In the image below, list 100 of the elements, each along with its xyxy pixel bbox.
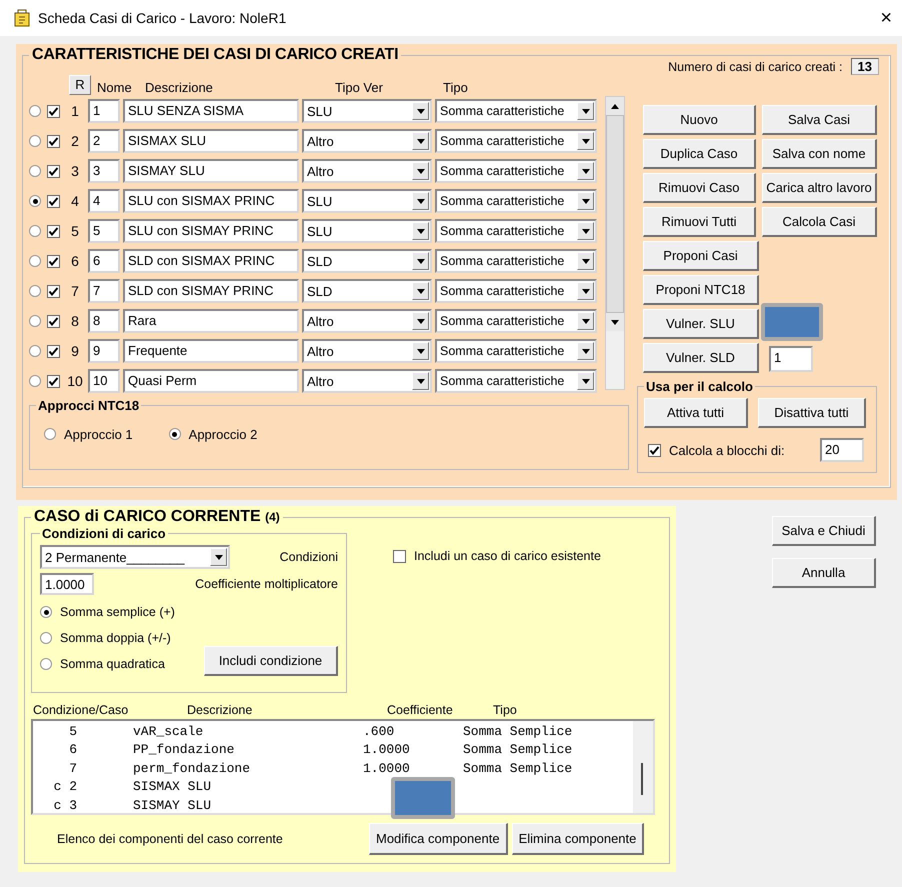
action-button[interactable]: Salva Casi [762,105,877,135]
close-button[interactable]: × [880,8,892,28]
name-field[interactable]: 7 [88,279,120,304]
name-field[interactable]: 1 [88,99,120,124]
action-button[interactable]: Attiva tutti [644,398,748,428]
radio-button[interactable] [29,315,41,328]
action-button[interactable]: Vulner. SLD [643,343,759,373]
radio-button[interactable] [40,658,52,670]
type-dropdown[interactable]: Somma caratteristiche [435,309,597,334]
description-field[interactable]: Frequente [123,339,299,364]
description-field[interactable]: SISMAX SLU [123,129,299,154]
action-button[interactable]: Rimuovi Tutti [643,207,756,237]
description-field[interactable]: SLD con SISMAY PRINC [123,279,299,304]
name-field[interactable]: 10 [88,369,120,394]
radio-button[interactable] [29,375,41,388]
checkbox[interactable] [47,194,60,208]
action-button[interactable]: Modifica componente [369,823,508,855]
name-field[interactable]: 2 [88,129,120,154]
condition-dropdown[interactable]: 2 Permanente________ [40,545,230,569]
coefficient-field[interactable]: 1.0000 [40,573,94,595]
type-dropdown[interactable]: SLU [302,189,432,214]
type-dropdown[interactable]: Altro [302,339,432,364]
action-button[interactable]: Salva e Chiudi [772,516,876,546]
input-field[interactable]: 1 [769,346,813,372]
type-dropdown[interactable]: Altro [302,159,432,184]
type-dropdown[interactable]: Somma caratteristiche [435,369,597,394]
action-button[interactable]: Annulla [772,558,876,588]
action-button[interactable]: Carica altro lavoro [762,173,877,203]
name-field[interactable]: 6 [88,249,120,274]
type-dropdown[interactable]: Altro [302,309,432,334]
type-dropdown[interactable]: Somma caratteristiche [435,219,597,244]
description-field[interactable]: SLD con SISMAX PRINC [123,249,299,274]
checkbox[interactable] [47,224,60,238]
checkbox-label: Includi un caso di carico esistente [414,549,601,563]
description-field[interactable]: Quasi Perm [123,369,299,394]
type-dropdown[interactable]: SLD [302,279,432,304]
up-arrow-icon[interactable] [611,104,619,108]
action-button[interactable]: Rimuovi Caso [643,173,756,203]
radio-button[interactable] [29,345,41,358]
description-field[interactable]: SISMAY SLU [123,159,299,184]
description-field[interactable]: Rara [123,309,299,334]
checkbox[interactable] [47,374,60,388]
radio-button[interactable] [29,135,41,148]
checkbox[interactable] [47,164,60,178]
row-number: 2 [70,133,80,150]
description-field[interactable]: SLU con SISMAY PRINC [123,219,299,244]
type-dropdown[interactable]: SLD [302,249,432,274]
type-dropdown[interactable]: Altro [302,129,432,154]
type-dropdown[interactable]: Somma caratteristiche [435,339,597,364]
radio-button[interactable] [40,632,52,644]
type-dropdown[interactable]: Somma caratteristiche [435,279,597,304]
type-dropdown[interactable]: Somma caratteristiche [435,99,597,124]
radio-button[interactable] [29,285,41,298]
type-dropdown[interactable]: Altro [302,369,432,394]
name-field[interactable]: 3 [88,159,120,184]
scrollbar[interactable] [605,96,625,390]
radio-button[interactable] [29,165,41,178]
action-button[interactable]: Duplica Caso [643,139,756,169]
radio-button[interactable] [29,195,41,208]
checkbox[interactable] [47,134,60,148]
type-dropdown[interactable]: SLU [302,99,432,124]
checkbox[interactable] [393,550,406,562]
description-field[interactable]: SLU con SISMAX PRINC [123,189,299,214]
action-button[interactable]: Calcola Casi [762,207,877,237]
name-field[interactable]: 9 [88,339,120,364]
radio-button[interactable] [40,606,52,618]
type-dropdown[interactable]: Somma caratteristiche [435,129,597,154]
radio-button[interactable] [168,428,181,440]
action-button[interactable]: Salva con nome [762,139,877,169]
checkbox[interactable] [47,314,60,328]
down-arrow-icon[interactable] [611,320,619,324]
name-field[interactable]: 4 [88,189,120,214]
checkbox[interactable] [47,284,60,298]
name-field[interactable]: 5 [88,219,120,244]
action-button[interactable]: Nuovo [643,105,756,135]
action-button[interactable]: Proponi NTC18 [643,275,759,305]
scrollbar-thumb[interactable] [641,763,643,795]
radio-button[interactable] [29,105,41,118]
name-field[interactable]: 8 [88,309,120,334]
include-button[interactable]: Includi condizione [204,646,338,676]
radio-button[interactable] [29,225,41,238]
description-field[interactable]: SLU SENZA SISMA [123,99,299,124]
type-dropdown[interactable]: Somma caratteristiche [435,189,597,214]
caret-icon [582,138,590,144]
action-button[interactable]: Elimina componente [512,823,644,855]
checkbox[interactable] [47,254,60,268]
checkbox[interactable] [47,344,60,358]
type-dropdown[interactable]: Somma caratteristiche [435,249,597,274]
radio-button[interactable] [29,255,41,268]
action-button[interactable]: Disattiva tutti [758,398,866,428]
input-field[interactable]: 20 [820,438,864,462]
type-dropdown[interactable]: Somma caratteristiche [435,159,597,184]
reset-button[interactable]: R [69,75,91,95]
checkbox[interactable] [648,444,661,456]
caret-icon [416,288,424,294]
radio-button[interactable] [44,428,56,440]
checkbox[interactable] [47,104,60,118]
action-button[interactable]: Proponi Casi [643,241,759,271]
action-button[interactable]: Vulner. SLU [643,309,759,339]
type-dropdown[interactable]: SLU [302,219,432,244]
